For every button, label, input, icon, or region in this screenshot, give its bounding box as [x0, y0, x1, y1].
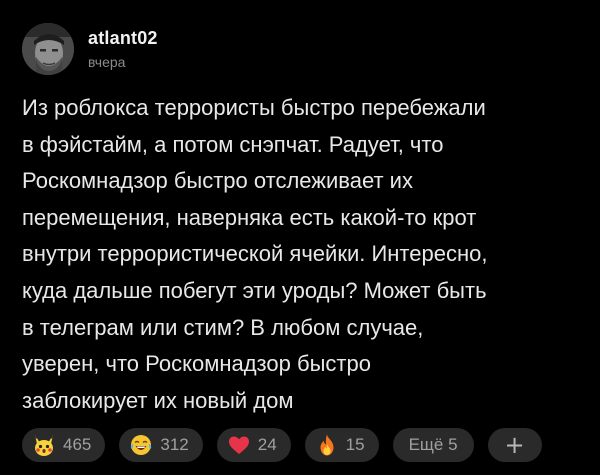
- add-reaction-button[interactable]: +: [487, 428, 542, 462]
- more-reactions-button[interactable]: Ещё 5: [392, 428, 474, 462]
- reaction-count: 465: [63, 435, 92, 454]
- avatar[interactable]: [22, 23, 74, 75]
- author-info: atlant02 вчера: [88, 27, 158, 72]
- reaction-fire[interactable]: 15: [304, 428, 379, 462]
- laughing-tears-emoji-icon: [129, 433, 153, 457]
- avatar-image: [22, 23, 74, 75]
- red-heart-icon: [227, 433, 251, 457]
- reaction-count: 15: [345, 435, 365, 454]
- timestamp: вчера: [88, 53, 126, 70]
- comment-text: Из роблокса террористы быстро перебежали…: [22, 95, 488, 413]
- reaction-heart[interactable]: 24: [216, 428, 291, 462]
- reactions-bar: 465 312 24 15 Ещё 5 +: [22, 428, 556, 462]
- reaction-pikachu[interactable]: 465: [22, 428, 106, 462]
- pikachu-face-icon: [32, 433, 56, 457]
- fire-icon: [315, 433, 339, 457]
- username[interactable]: atlant02: [88, 27, 158, 49]
- comment-card: atlant02 вчера Из роблокса террористы бы…: [0, 0, 600, 475]
- comment-header: atlant02 вчера: [22, 22, 158, 76]
- reaction-count: 24: [257, 435, 277, 454]
- plus-icon: +: [504, 431, 525, 459]
- reaction-count: 312: [160, 435, 189, 454]
- reaction-laughing[interactable]: 312: [119, 428, 203, 462]
- more-reactions-label: Ещё 5: [408, 435, 458, 454]
